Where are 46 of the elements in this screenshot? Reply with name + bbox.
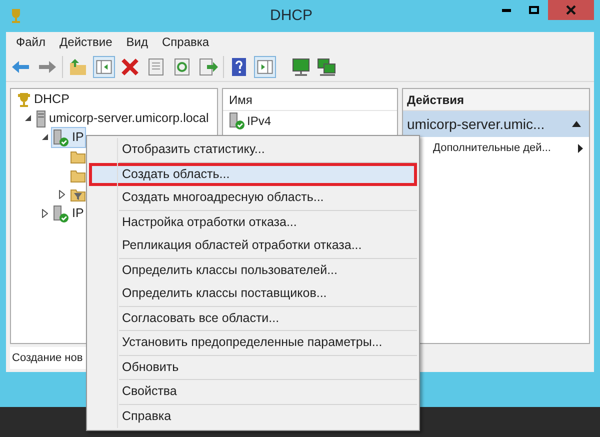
filter-folder-icon xyxy=(70,188,86,202)
action-item[interactable]: Дополнительные дей... xyxy=(433,140,551,156)
monitor-icon[interactable] xyxy=(290,56,312,78)
folder-icon xyxy=(70,168,86,182)
expanded-triangle-icon[interactable] xyxy=(42,134,48,141)
menu-item[interactable]: Файл xyxy=(16,33,46,51)
context-menu-item[interactable]: Создать область... xyxy=(89,162,417,186)
context-menu-item[interactable]: Установить предопределенные параметры... xyxy=(89,331,417,354)
context-menu-item[interactable]: Определить классы пользователей... xyxy=(89,258,417,282)
server-check-icon xyxy=(53,204,69,222)
actions-title: Действия xyxy=(403,89,589,111)
expanded-triangle-icon[interactable] xyxy=(24,115,32,122)
window-title: DHCP xyxy=(270,6,313,26)
context-menu-item[interactable]: Создать многоадресную область... xyxy=(89,186,417,210)
delete-icon[interactable] xyxy=(119,56,141,78)
server-icon xyxy=(36,110,46,128)
server-check-icon xyxy=(53,128,69,146)
server-check-icon xyxy=(229,112,245,130)
close-button[interactable] xyxy=(548,0,594,20)
context-menu-item[interactable]: Определить классы поставщиков... xyxy=(89,282,417,306)
context-menu-item[interactable]: Обновить xyxy=(89,356,417,379)
collapsed-triangle-icon[interactable] xyxy=(59,190,65,199)
trophy-icon xyxy=(17,92,31,108)
context-menu-item[interactable]: Репликация областей отработки отказа... xyxy=(89,234,417,258)
menu-item[interactable]: Действие xyxy=(60,33,112,51)
collapsed-triangle-icon[interactable] xyxy=(42,209,48,218)
column-header[interactable]: Имя xyxy=(229,90,252,108)
tree-item[interactable]: umicorp-server.umicorp.local xyxy=(49,109,209,128)
context-menu-item[interactable]: Свойства xyxy=(89,380,417,404)
action-pane-icon[interactable] xyxy=(254,56,276,78)
status-bar: Создание нов xyxy=(10,347,86,369)
context-menu-item[interactable]: Справка xyxy=(89,404,417,428)
monitors-icon[interactable] xyxy=(316,56,338,78)
context-menu-item[interactable]: Настройка отработки отказа... xyxy=(89,210,417,234)
list-item[interactable]: IPv4 xyxy=(247,112,272,130)
submenu-arrow-icon xyxy=(578,144,583,152)
tree-item[interactable]: DHCP xyxy=(34,90,70,109)
panel-icon[interactable] xyxy=(93,56,115,78)
context-menu-item[interactable]: Согласовать все области... xyxy=(89,306,417,330)
menu-item[interactable]: Вид xyxy=(126,33,148,51)
menu-item[interactable]: Справка xyxy=(162,33,210,51)
collapse-triangle-icon[interactable] xyxy=(572,121,581,127)
context-menu-item[interactable]: Отобразить статистику... xyxy=(89,138,417,162)
tree-item[interactable]: IP xyxy=(72,204,84,223)
export-icon[interactable] xyxy=(197,56,219,78)
close-icon xyxy=(566,5,576,15)
